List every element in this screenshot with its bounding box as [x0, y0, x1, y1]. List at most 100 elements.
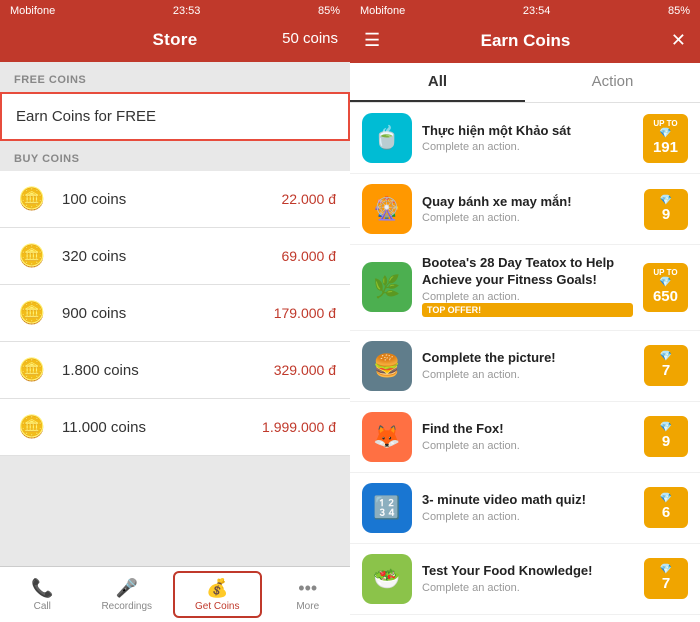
earn-title: Complete the picture! — [422, 350, 634, 367]
app-icon: 🥗 — [362, 554, 412, 604]
bottom-nav: 📞 Call 🎤 Recordings 💰Get Coins•••More — [0, 566, 350, 622]
earn-item[interactable]: 🎡 Quay bánh xe may mắn! Complete an acti… — [350, 174, 700, 245]
hamburger-icon[interactable]: ☰ — [364, 30, 380, 51]
free-coins-label: FREE COINS — [0, 62, 350, 92]
coin-reward: UP TO 💎 650 — [643, 263, 688, 312]
coin-row[interactable]: 🪙 1.800 coins 329.000 đ — [0, 342, 350, 399]
coin-reward: 💎 7 — [644, 558, 688, 599]
nav-label: Get Coins — [195, 601, 239, 612]
earn-sub: Complete an action. — [422, 511, 634, 523]
earn-item[interactable]: 🌿 Bootea's 28 Day Teatox to Help Achieve… — [350, 245, 700, 331]
left-time: 23:53 — [173, 5, 201, 17]
earn-info: Test Your Food Knowledge! Complete an ac… — [422, 563, 634, 594]
coin-reward-num: 650 — [653, 288, 678, 306]
coin-reward-num: 6 — [662, 504, 670, 522]
earn-item[interactable]: 🍵 Thực hiện một Khảo sát Complete an act… — [350, 103, 700, 174]
coin-price: 179.000 đ — [274, 305, 336, 321]
right-header: ☰ Earn Coins ✕ — [350, 22, 700, 63]
earn-item[interactable]: 🍔 Complete the picture! Complete an acti… — [350, 331, 700, 402]
coin-stack-icon: 🪙 — [14, 409, 50, 445]
coin-stack-icon: 🪙 — [14, 238, 50, 274]
coin-diamond-icon: 💎 — [660, 422, 672, 433]
coin-amount: 320 coins — [62, 248, 282, 265]
right-status-bar: Mobifone 23:54 85% — [350, 0, 700, 22]
earn-title: Thực hiện một Khảo sát — [422, 123, 633, 140]
free-coins-item[interactable]: Earn Coins for FREE — [0, 92, 350, 141]
earn-info: Find the Fox! Complete an action. — [422, 421, 634, 452]
right-carrier: Mobifone — [360, 5, 405, 17]
coin-reward: 💎 7 — [644, 345, 688, 386]
earn-info: 3- minute video math quiz! Complete an a… — [422, 492, 634, 523]
app-icon: 🎡 — [362, 184, 412, 234]
coin-price: 22.000 đ — [282, 191, 337, 207]
coin-row[interactable]: 🪙 900 coins 179.000 đ — [0, 285, 350, 342]
earn-item[interactable]: 🦊 Find the Fox! Complete an action. 💎 9 — [350, 402, 700, 473]
earn-info: Thực hiện một Khảo sát Complete an actio… — [422, 123, 633, 154]
earn-item[interactable]: 🔢 3- minute video math quiz! Complete an… — [350, 473, 700, 544]
right-header-title: Earn Coins — [481, 31, 571, 51]
nav-item-recordings[interactable]: 🎤 Recordings — [85, 567, 170, 622]
left-header: Store 50 coins — [0, 22, 350, 62]
coin-reward: UP TO 💎 191 — [643, 114, 688, 163]
earn-title: Find the Fox! — [422, 421, 634, 438]
left-header-coins: 50 coins — [282, 30, 338, 47]
tab-bar: AllAction — [350, 63, 700, 103]
right-battery: 85% — [668, 5, 690, 17]
nav-label: Call — [34, 601, 51, 612]
earn-sub: Complete an action. — [422, 369, 634, 381]
close-icon[interactable]: ✕ — [671, 30, 686, 51]
coin-reward: 💎 6 — [644, 487, 688, 528]
earn-info: Bootea's 28 Day Teatox to Help Achieve y… — [422, 255, 633, 320]
coin-reward-num: 7 — [662, 362, 670, 380]
app-icon: 🍔 — [362, 341, 412, 391]
app-icon: 🦊 — [362, 412, 412, 462]
tab-action[interactable]: Action — [525, 63, 700, 102]
coin-diamond-icon: 💎 — [660, 351, 672, 362]
coin-price: 329.000 đ — [274, 362, 336, 378]
coin-row[interactable]: 🪙 11.000 coins 1.999.000 đ — [0, 399, 350, 456]
coin-row[interactable]: 🪙 320 coins 69.000 đ — [0, 228, 350, 285]
earn-sub: Complete an action. — [422, 291, 633, 303]
coin-stack-icon: 🪙 — [14, 295, 50, 331]
coin-amount: 100 coins — [62, 191, 282, 208]
nav-label: More — [296, 601, 319, 612]
coin-reward-num: 7 — [662, 575, 670, 593]
up-to-label: UP TO — [653, 120, 677, 128]
right-time: 23:54 — [523, 5, 551, 17]
left-battery: 85% — [318, 5, 340, 17]
nav-item-more[interactable]: •••More — [266, 567, 351, 622]
coin-reward-num: 191 — [653, 139, 678, 157]
buy-coins-label: BUY COINS — [0, 141, 350, 171]
earn-title: 3- minute video math quiz! — [422, 492, 634, 509]
left-panel: Mobifone 23:53 85% Store 50 coins FREE C… — [0, 0, 350, 622]
nav-label: Recordings — [101, 601, 152, 612]
earn-badge-wrap: 💎 7 — [644, 558, 688, 599]
coin-amount: 900 coins — [62, 305, 274, 322]
coin-price: 1.999.000 đ — [262, 419, 336, 435]
app-icon: 🌿 — [362, 262, 412, 312]
coin-package-list: 🪙 100 coins 22.000 đ 🪙 320 coins 69.000 … — [0, 171, 350, 456]
earn-sub: Complete an action. — [422, 440, 634, 452]
coin-diamond-icon: 💎 — [659, 277, 671, 288]
coin-reward-num: 9 — [662, 206, 670, 224]
earn-badge-wrap: 💎 9 — [644, 189, 688, 230]
left-carrier: Mobifone — [10, 5, 55, 17]
coin-stack-icon: 🪙 — [14, 181, 50, 217]
earn-badge-wrap: UP TO 💎 650 — [643, 263, 688, 312]
tab-all[interactable]: All — [350, 63, 525, 102]
earn-info: Complete the picture! Complete an action… — [422, 350, 634, 381]
coin-reward-num: 9 — [662, 433, 670, 451]
earn-list: 🍵 Thực hiện một Khảo sát Complete an act… — [350, 103, 700, 622]
coin-diamond-icon: 💎 — [659, 128, 671, 139]
earn-sub: Complete an action. — [422, 582, 634, 594]
earn-item[interactable]: 🥗 Test Your Food Knowledge! Complete an … — [350, 544, 700, 615]
nav-icon: 🎤 — [116, 578, 138, 599]
nav-item-call[interactable]: 📞 Call — [0, 567, 85, 622]
earn-sub: Complete an action. — [422, 141, 633, 153]
nav-icon: 📞 — [31, 578, 53, 599]
coin-row[interactable]: 🪙 100 coins 22.000 đ — [0, 171, 350, 228]
nav-item-get-coins[interactable]: 💰Get Coins — [173, 571, 262, 618]
coin-diamond-icon: 💎 — [660, 564, 672, 575]
app-icon: 🍵 — [362, 113, 412, 163]
coin-reward: 💎 9 — [644, 416, 688, 457]
